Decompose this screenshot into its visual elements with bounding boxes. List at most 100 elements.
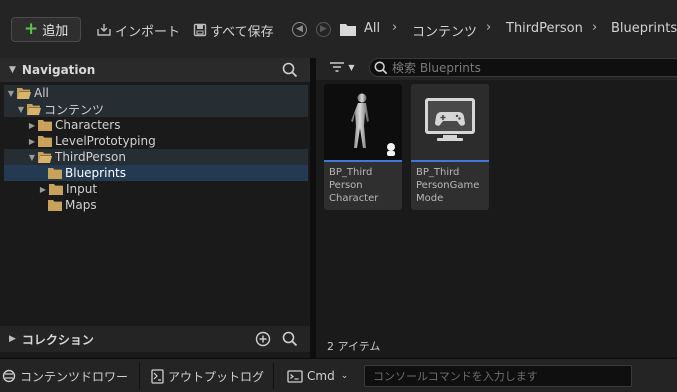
console-command-box	[364, 365, 632, 387]
tree-item-levelprototyping[interactable]: ▶ LevelPrototyping	[4, 133, 308, 149]
expanded-arrow-icon: ▼	[17, 104, 25, 114]
asset-card[interactable]: BP_Third PersonGame Mode	[411, 84, 489, 210]
collapsed-arrow-icon: ▶	[9, 334, 16, 344]
tree-item-label: Blueprints	[65, 166, 127, 180]
asset-name-line: Person	[329, 180, 363, 191]
expanded-arrow-icon: ▼	[7, 88, 15, 98]
arrow-left-icon: ◀	[296, 24, 303, 34]
breadcrumb-blueprints[interactable]: Blueprints	[611, 21, 677, 36]
content-panel: ▼ BP_Third Person Character	[316, 58, 677, 358]
asset-name: BP_Third PersonGame Mode	[416, 166, 486, 205]
breadcrumb-separator: ›	[486, 20, 492, 35]
add-collection-icon[interactable]	[254, 330, 272, 348]
chevron-down-icon: ⌄	[340, 371, 349, 381]
search-icon[interactable]	[281, 61, 299, 79]
output-log-label: アウトプットログ	[168, 369, 265, 384]
search-icon	[374, 61, 388, 74]
open-folder-icon	[17, 87, 31, 99]
character-thumbnail	[324, 84, 402, 160]
cmd-dropdown[interactable]: Cmd ⌄	[287, 367, 348, 385]
toolbar: + 追加 インポート すべて保存 ◀ ▶ All › コンテンツ › Third…	[0, 0, 677, 58]
asset-name-line: BP_Third	[329, 167, 373, 178]
cmd-label: Cmd	[307, 369, 335, 383]
folder-icon	[48, 199, 62, 211]
asset-name-line: Mode	[416, 193, 444, 204]
chevron-down-icon: ▼	[348, 62, 355, 72]
collections-title: コレクション	[21, 332, 94, 347]
folder-icon	[38, 135, 52, 147]
asset-name-line: Character	[329, 193, 379, 204]
divider	[273, 363, 274, 389]
divider	[139, 363, 140, 389]
navigation-panel: ▼ Navigation ▼ All ▼ コンテンツ ▶ Characters …	[0, 58, 310, 358]
tree-item-label: ThirdPerson	[55, 150, 126, 164]
gamepad-monitor-icon	[425, 98, 475, 141]
breadcrumb-separator: ›	[592, 20, 598, 35]
tree-item-label: コンテンツ	[44, 102, 105, 117]
search-icon[interactable]	[281, 330, 299, 348]
breadcrumb-thirdperson[interactable]: ThirdPerson	[506, 21, 583, 36]
item-count: 2 アイテム	[327, 340, 381, 353]
expanded-arrow-icon: ▼	[28, 152, 36, 162]
tree-item-thirdperson[interactable]: ▼ ThirdPerson	[4, 149, 308, 165]
collapsed-arrow-icon: ▶	[28, 120, 36, 130]
tree-item-content[interactable]: ▼ コンテンツ	[4, 101, 308, 117]
open-folder-icon	[27, 103, 41, 115]
search-input[interactable]	[392, 60, 652, 75]
content-drawer-label: コンテンツドロワー	[20, 369, 129, 384]
folder-icon	[340, 24, 356, 36]
plus-icon: +	[24, 19, 39, 39]
forward-button[interactable]: ▶	[316, 22, 331, 37]
open-folder-icon	[38, 151, 52, 163]
arrow-right-icon: ▶	[320, 24, 327, 34]
save-icon	[193, 23, 207, 37]
asset-type-bar	[324, 160, 402, 162]
tree-item-input[interactable]: ▶ Input	[4, 181, 308, 197]
tree-item-label: All	[34, 86, 49, 100]
tree-item-maps[interactable]: Maps	[4, 197, 308, 213]
output-log-icon	[151, 368, 164, 384]
output-log-button[interactable]: アウトプットログ	[151, 367, 264, 385]
add-button[interactable]: + 追加	[11, 17, 81, 42]
tree-item-blueprints[interactable]: Blueprints	[4, 165, 308, 181]
asset-type-bar	[411, 160, 489, 162]
asset-name-line: BP_Third	[416, 167, 460, 178]
save-all-label: すべて保存	[210, 24, 274, 40]
import-label: インポート	[115, 24, 181, 40]
content-drawer-icon	[2, 369, 16, 383]
tree-item-label: Input	[66, 182, 98, 196]
collections-header[interactable]: ▶ コレクション	[0, 326, 310, 352]
tree-item-all[interactable]: ▼ All	[4, 85, 308, 101]
import-button[interactable]: インポート	[96, 21, 181, 40]
gamemode-thumbnail	[411, 84, 489, 160]
back-button[interactable]: ◀	[292, 22, 307, 37]
breadcrumb-content[interactable]: コンテンツ	[412, 21, 477, 40]
breadcrumb-separator: ›	[392, 20, 398, 35]
character-icon	[351, 93, 395, 156]
filter-icon	[330, 62, 345, 72]
asset-card[interactable]: BP_Third Person Character	[324, 84, 402, 210]
tree-item-label: Maps	[65, 198, 97, 212]
content-search	[369, 58, 677, 77]
asset-name: BP_Third Person Character	[329, 166, 399, 205]
collapsed-arrow-icon: ▶	[39, 184, 47, 194]
import-icon	[97, 24, 111, 36]
collapsed-arrow-icon: ▶	[28, 136, 36, 146]
tree-item-characters[interactable]: ▶ Characters	[4, 117, 308, 133]
filter-bar: ▼	[316, 58, 677, 80]
filter-dropdown[interactable]: ▼	[326, 58, 358, 76]
folder-icon	[38, 119, 52, 131]
asset-name-line: PersonGame	[416, 180, 480, 191]
breadcrumb-all[interactable]: All	[364, 21, 380, 36]
terminal-icon	[287, 369, 303, 383]
console-input[interactable]	[365, 366, 625, 386]
save-all-button[interactable]: すべて保存	[193, 21, 274, 40]
tree-item-label: Characters	[55, 118, 121, 132]
folder-icon	[49, 183, 63, 195]
content-drawer-button[interactable]: コンテンツドロワー	[2, 367, 128, 385]
collapse-arrow-icon: ▼	[9, 65, 16, 75]
navigation-title: Navigation	[21, 63, 96, 77]
status-bar: コンテンツドロワー アウトプットログ Cmd ⌄	[0, 358, 677, 392]
add-button-label: 追加	[42, 24, 69, 39]
navigation-header[interactable]: ▼ Navigation	[0, 58, 310, 82]
